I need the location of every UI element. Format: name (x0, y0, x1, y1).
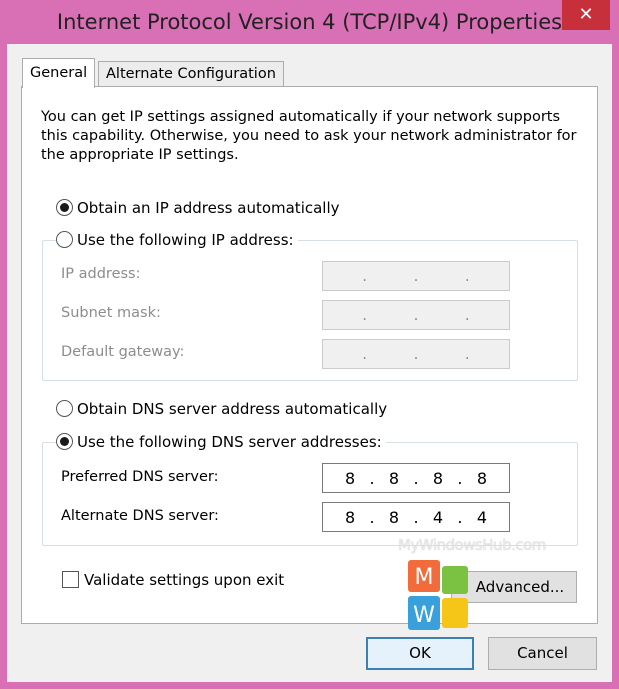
radio-indicator-unselected (56, 399, 73, 417)
octet: 8 (344, 507, 356, 527)
subnet-mask-input[interactable]: . . . (322, 300, 510, 330)
radio-use-following-ip[interactable]: Use the following IP address: (56, 229, 298, 251)
close-icon: ✕ (578, 4, 594, 25)
radio-use-following-ip-label: Use the following IP address: (77, 231, 294, 249)
octet-separator: . (369, 507, 375, 527)
radio-obtain-dns-auto[interactable]: Obtain DNS server address automatically (56, 398, 392, 420)
octet-separator: . (457, 507, 463, 527)
octet-separator: . (362, 267, 368, 285)
tab-alternate-label: Alternate Configuration (106, 66, 276, 82)
octet: 4 (476, 507, 488, 527)
watermark-logo: M W (404, 556, 474, 638)
octet: 8 (432, 468, 444, 488)
radio-use-following-dns[interactable]: Use the following DNS server addresses: (56, 431, 386, 453)
octet-separator: . (362, 306, 368, 324)
octet-separator: . (464, 345, 470, 363)
octet-separator: . (464, 267, 470, 285)
octet: 4 (432, 507, 444, 527)
alternate-dns-label: Alternate DNS server: (61, 508, 219, 524)
logo-tile-green (442, 566, 468, 594)
default-gateway-input[interactable]: . . . (322, 339, 510, 369)
tab-general-label: General (30, 65, 88, 81)
octet: 8 (388, 507, 400, 527)
octet-separator: . (413, 507, 419, 527)
preferred-dns-input[interactable]: 8 . 8 . 8 . 8 (322, 463, 510, 493)
close-button[interactable]: ✕ (562, 0, 610, 30)
preferred-dns-label: Preferred DNS server: (61, 469, 219, 485)
octet-separator: . (413, 468, 419, 488)
octet: 8 (476, 468, 488, 488)
checkbox-indicator (62, 570, 79, 588)
logo-tile-yellow (442, 598, 468, 628)
watermark-text: MyWindowsHub.com (398, 536, 546, 554)
default-gateway-label: Default gateway: (61, 344, 185, 360)
octet: 8 (344, 468, 356, 488)
octet: 8 (388, 468, 400, 488)
octet-separator: . (413, 345, 419, 363)
logo-letter-w: W (413, 603, 435, 628)
ip-address-label: IP address: (61, 266, 141, 282)
advanced-button-label: Advanced... (475, 578, 565, 596)
radio-indicator-selected (56, 432, 73, 450)
validate-settings-label: Validate settings upon exit (84, 571, 285, 589)
radio-obtain-ip-auto-label: Obtain an IP address automatically (77, 199, 340, 217)
octet-separator: . (413, 306, 419, 324)
logo-letter-m: M (415, 565, 434, 590)
ip-address-input[interactable]: . . . (322, 261, 510, 291)
octet-separator: . (369, 468, 375, 488)
radio-indicator-unselected (56, 230, 73, 248)
window-title: Internet Protocol Version 4 (TCP/IPv4) P… (56, 10, 563, 34)
alternate-dns-input[interactable]: 8 . 8 . 4 . 4 (322, 502, 510, 532)
tab-alternate-configuration[interactable]: Alternate Configuration (98, 61, 284, 87)
intro-text: You can get IP settings assigned automat… (41, 109, 577, 163)
ok-button[interactable]: OK (366, 637, 474, 670)
radio-obtain-ip-auto[interactable]: Obtain an IP address automatically (56, 197, 344, 219)
radio-obtain-dns-auto-label: Obtain DNS server address automatically (77, 400, 388, 418)
validate-settings-checkbox[interactable]: Validate settings upon exit (62, 569, 289, 591)
octet-separator: . (413, 267, 419, 285)
subnet-mask-label: Subnet mask: (61, 305, 161, 321)
cancel-button[interactable]: Cancel (488, 637, 597, 670)
radio-indicator-selected (56, 198, 73, 216)
radio-use-following-dns-label: Use the following DNS server addresses: (77, 433, 382, 451)
octet-separator: . (362, 345, 368, 363)
tab-general[interactable]: General (22, 58, 96, 88)
octet-separator: . (457, 468, 463, 488)
ok-button-label: OK (409, 644, 431, 662)
octet-separator: . (464, 306, 470, 324)
cancel-button-label: Cancel (517, 644, 568, 662)
